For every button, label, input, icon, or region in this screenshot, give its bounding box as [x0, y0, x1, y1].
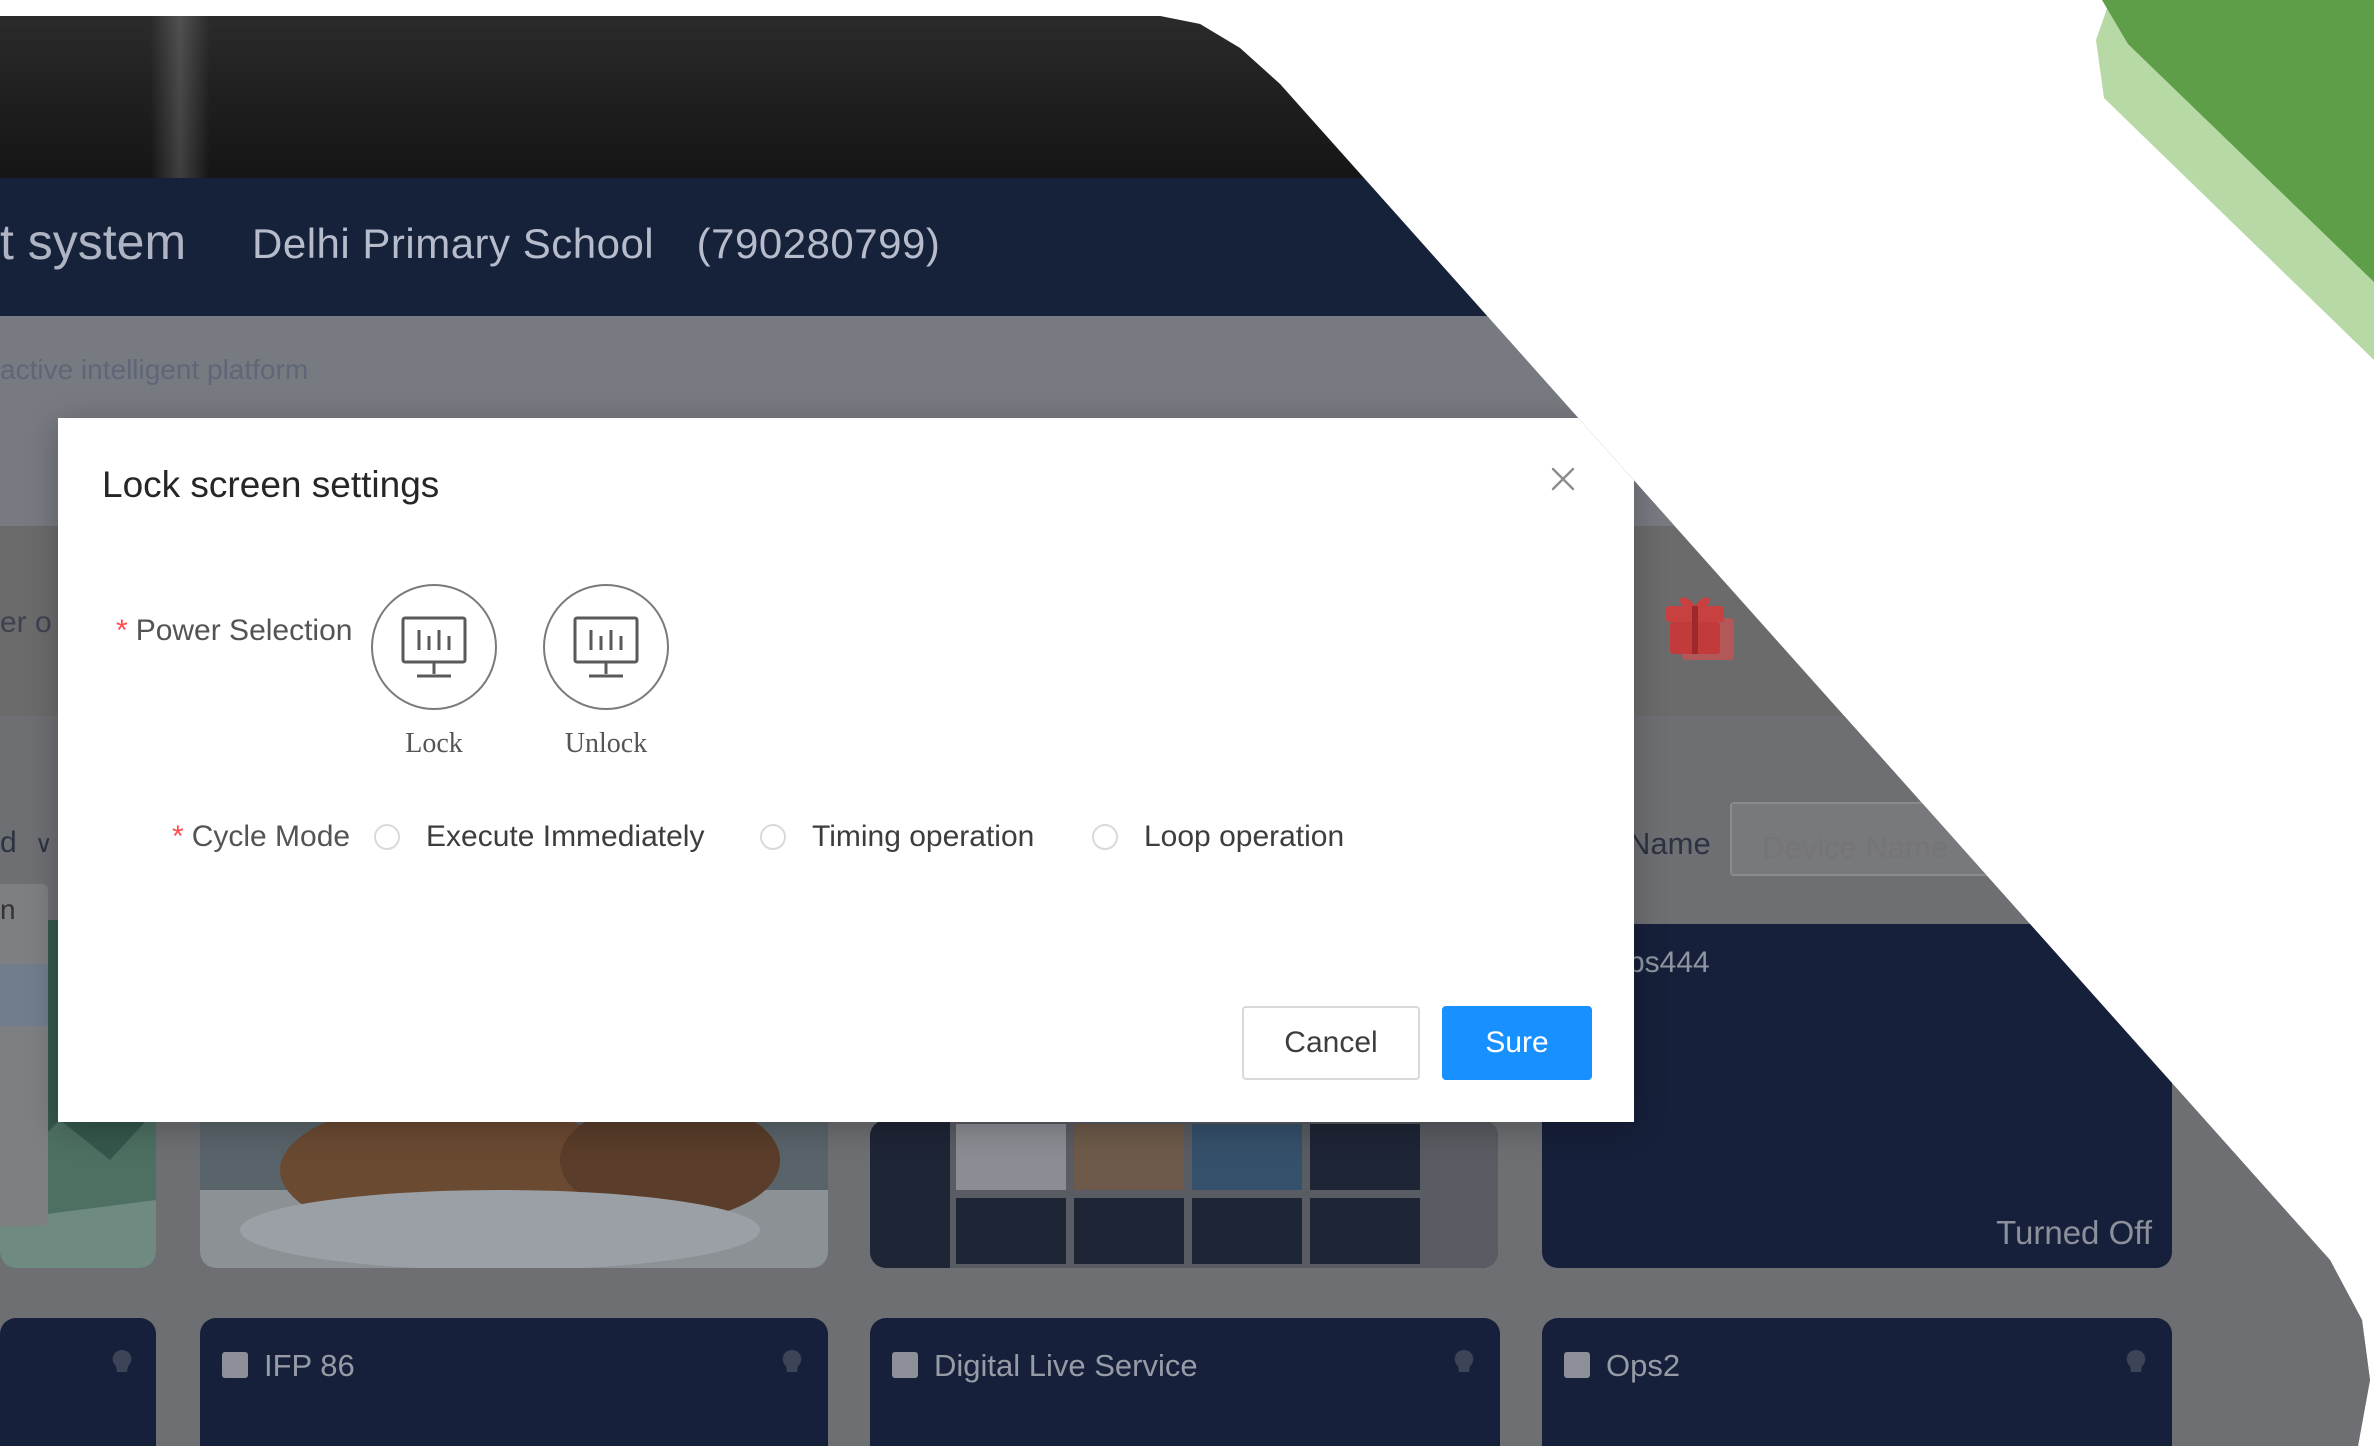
cutoff-label: er o: [0, 606, 52, 639]
monitor-icon: [401, 616, 467, 678]
device-tile-screenshot[interactable]: [870, 1120, 1498, 1268]
chevron-down-icon: ∨: [35, 831, 53, 858]
device-checkbox[interactable]: [892, 1352, 918, 1378]
lock-screen-dialog: Lock screen settings * Power Selection Lo…: [58, 418, 1634, 1122]
power-option-lock[interactable]: Lock: [368, 584, 500, 760]
device-name: IFP 86: [264, 1348, 355, 1383]
radio-label: Execute Immediately: [426, 820, 705, 853]
left-dropdown[interactable]: d ∨: [0, 826, 53, 860]
device-screen: t system Delhi Primary School (790280799…: [0, 16, 2370, 1446]
power-option-circle[interactable]: [371, 584, 497, 710]
bulb-icon: [112, 1349, 132, 1372]
device-name-label: Name: [1628, 826, 1711, 861]
device-tile-ps444[interactable]: ps444 Turned Off: [1542, 924, 2172, 1268]
device-tile-digital-live[interactable]: Digital Live Service: [870, 1318, 1500, 1446]
device-name: Digital Live Service: [934, 1348, 1198, 1383]
cycle-mode-label: * Cycle Mode: [172, 820, 351, 853]
desktop-thumbnail: [870, 1120, 1498, 1268]
power-option-label: Lock: [405, 728, 463, 759]
power-option-unlock[interactable]: Unlock: [540, 584, 672, 760]
school-name: Delhi Primary School (790280799): [252, 220, 941, 267]
device-name-input[interactable]: [1730, 802, 2030, 876]
device-checkbox[interactable]: [1564, 1352, 1590, 1378]
power-option-label: Unlock: [564, 728, 648, 759]
close-icon[interactable]: [1548, 464, 1578, 494]
device-checkbox[interactable]: [222, 1352, 248, 1378]
cycle-option-timing-operation[interactable]: Timing operation: [760, 820, 1034, 854]
screen-bezel: [0, 16, 2370, 178]
radio-button[interactable]: [374, 824, 400, 850]
monitor-icon: [573, 616, 639, 678]
bulb-icon: [782, 1349, 802, 1372]
radio-button[interactable]: [760, 824, 786, 850]
power-selection-label: * Power Selection: [116, 614, 353, 647]
radio-label: Timing operation: [812, 820, 1035, 853]
device-tile-ifp86[interactable]: IFP 86: [200, 1318, 828, 1446]
device-id: ps444: [1628, 946, 1710, 979]
required-mark: *: [172, 820, 184, 853]
bulb-icon: [1454, 1349, 1474, 1372]
dropdown-option-highlighted[interactable]: [0, 964, 48, 1026]
dialog-title: Lock screen settings: [102, 464, 440, 505]
radio-label: Loop operation: [1144, 820, 1345, 853]
app-title: t system: [0, 214, 187, 270]
required-mark: *: [116, 614, 128, 647]
radio-button[interactable]: [1092, 824, 1118, 850]
device-status: Turned Off: [1996, 1214, 2152, 1251]
power-option-circle[interactable]: [543, 584, 669, 710]
sure-button[interactable]: Sure: [1442, 1006, 1592, 1080]
left-dropdown-menu: n: [0, 884, 48, 1226]
platform-subtitle: active intelligent platform: [0, 354, 309, 385]
cycle-option-execute-immediately[interactable]: Execute Immediately: [374, 820, 704, 854]
device-tile-partial-bottom[interactable]: [0, 1318, 156, 1446]
cancel-button[interactable]: Cancel: [1242, 1006, 1420, 1080]
device-name: Ops2: [1606, 1348, 1681, 1383]
device-tile-ops2[interactable]: Ops2: [1542, 1318, 2172, 1446]
gift-icon[interactable]: [1662, 586, 1738, 664]
bulb-icon: [2126, 1349, 2146, 1372]
cycle-option-loop-operation[interactable]: Loop operation: [1092, 820, 1344, 854]
